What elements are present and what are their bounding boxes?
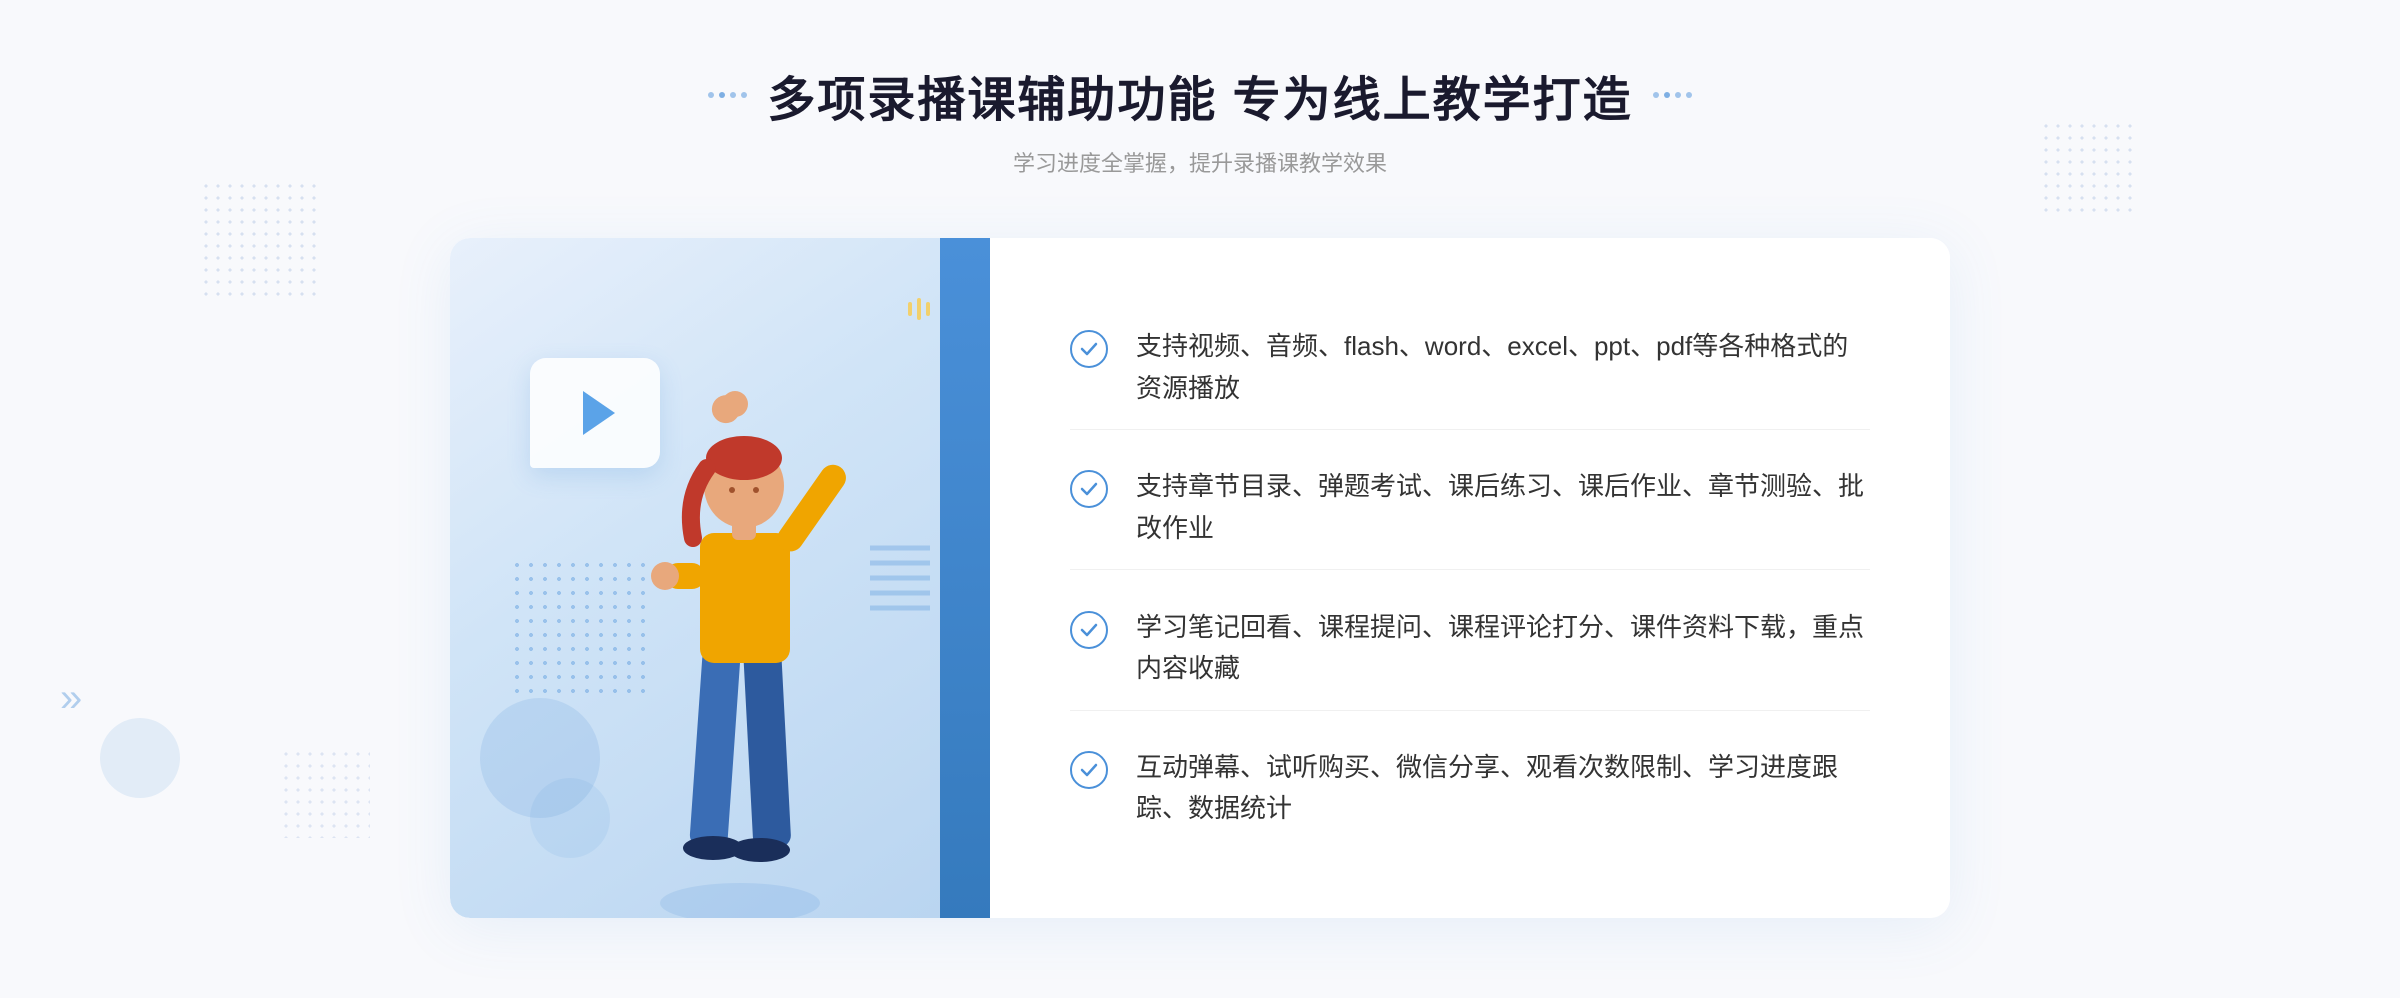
content-area: 支持视频、音频、flash、word、excel、ppt、pdf等各种格式的资源… (450, 238, 1950, 918)
check-icon-2 (1070, 470, 1108, 508)
dots-decoration-bottom (280, 748, 370, 838)
dot-2 (719, 92, 725, 98)
ray-2 (917, 298, 921, 320)
check-circle-3 (1070, 611, 1108, 649)
header-section: 多项录播课辅助功能 专为线上教学打造 学习进度全掌握，提升录播课教学效果 (708, 60, 1691, 178)
feature-item-2: 支持章节目录、弹题考试、课后练习、课后作业、章节测验、批改作业 (1070, 446, 1870, 570)
feature-text-4: 互动弹幕、试听购买、微信分享、观看次数限制、学习进度跟踪、数据统计 (1136, 747, 1870, 830)
check-icon-1 (1070, 330, 1108, 368)
check-icon-3 (1070, 611, 1108, 649)
dot-8 (1686, 92, 1692, 98)
check-svg-2 (1078, 478, 1100, 500)
features-panel: 支持视频、音频、flash、word、excel、ppt、pdf等各种格式的资源… (990, 238, 1950, 918)
check-svg-1 (1078, 338, 1100, 360)
dot-3 (730, 92, 736, 98)
header-dots-left (708, 92, 747, 98)
light-rays (908, 298, 930, 320)
main-title: 多项录播课辅助功能 专为线上教学打造 (767, 60, 1632, 130)
dot-7 (1675, 92, 1681, 98)
header-decoration: 多项录播课辅助功能 专为线上教学打造 (708, 60, 1691, 130)
check-svg-4 (1078, 759, 1100, 781)
page-container: » 多项录播课辅助功能 专为线上教学打造 学习进度全掌握，提升录播课教学效果 (0, 0, 2400, 998)
deco-circle (100, 718, 180, 798)
feature-item-3: 学习笔记回看、课程提问、课程评论打分、课件资料下载，重点内容收藏 (1070, 587, 1870, 711)
dot-5 (1653, 92, 1659, 98)
feature-text-3: 学习笔记回看、课程提问、课程评论打分、课件资料下载，重点内容收藏 (1136, 607, 1870, 690)
check-circle-1 (1070, 330, 1108, 368)
feature-text-2: 支持章节目录、弹题考试、课后练习、课后作业、章节测验、批改作业 (1136, 466, 1870, 549)
dots-decoration-left (200, 180, 320, 300)
check-circle-4 (1070, 751, 1108, 789)
dots-decoration-right (2040, 120, 2140, 220)
header-dots-right (1653, 92, 1692, 98)
check-circle-2 (1070, 470, 1108, 508)
dot-4 (741, 92, 747, 98)
feature-item-4: 互动弹幕、试听购买、微信分享、观看次数限制、学习进度跟踪、数据统计 (1070, 727, 1870, 850)
person-illustration (585, 338, 885, 918)
dot-1 (708, 92, 714, 98)
illustration-panel (450, 238, 990, 918)
feature-text-1: 支持视频、音频、flash、word、excel、ppt、pdf等各种格式的资源… (1136, 326, 1870, 409)
ray-3 (926, 302, 930, 316)
feature-item-1: 支持视频、音频、flash、word、excel、ppt、pdf等各种格式的资源… (1070, 306, 1870, 430)
dot-6 (1664, 92, 1670, 98)
blue-stripe-decoration (940, 238, 990, 918)
sub-title: 学习进度全掌握，提升录播课教学效果 (708, 146, 1691, 178)
check-svg-3 (1078, 619, 1100, 641)
stripe-decoration (870, 538, 930, 623)
chevron-icon: » (60, 678, 82, 718)
check-icon-4 (1070, 751, 1108, 789)
ray-1 (908, 302, 912, 316)
side-decoration: » (60, 678, 82, 718)
